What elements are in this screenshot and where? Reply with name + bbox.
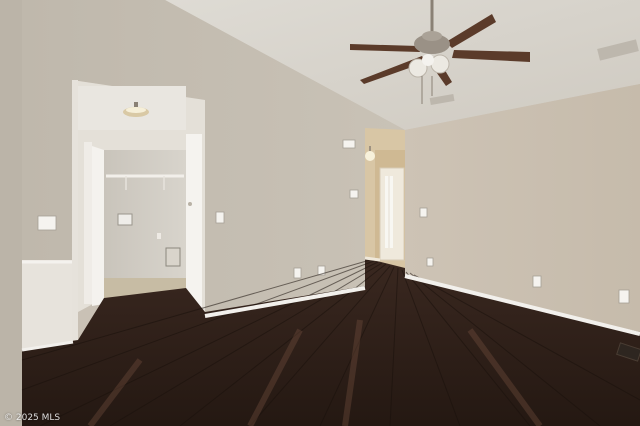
room-photo-svg	[0, 0, 640, 426]
wall-outlet	[618, 289, 630, 304]
wall-outlet	[532, 275, 542, 288]
dryer-vent-box	[117, 213, 133, 226]
photo-watermark: © 2025 MLS	[4, 413, 61, 423]
opening-trim	[72, 80, 78, 340]
thermostat	[342, 139, 356, 149]
left-pillar	[0, 0, 22, 426]
wall-outlet	[426, 257, 434, 267]
laundry-door-frame	[84, 142, 92, 304]
room-photo: © 2025 MLS	[0, 0, 640, 426]
laundry-door-jamb-right	[186, 134, 202, 310]
door-knob	[188, 202, 192, 206]
wainscot-panel	[22, 260, 73, 350]
baseboard	[364, 256, 381, 262]
laundry-door	[92, 146, 104, 306]
wall-outlet	[293, 267, 302, 279]
light-switch	[37, 215, 57, 231]
light-switch	[349, 189, 359, 199]
light-switch	[419, 207, 428, 218]
laundry-outlet-box	[165, 247, 181, 267]
light-switch	[215, 211, 225, 224]
